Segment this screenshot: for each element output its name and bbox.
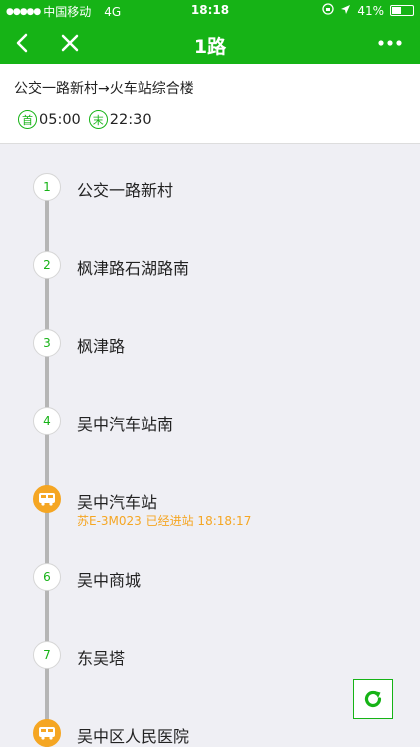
first-bus-time: 05:00 (39, 111, 81, 128)
stop-number: 2 (33, 251, 61, 279)
close-icon (61, 34, 79, 52)
rotation-lock-icon (322, 3, 334, 18)
more-button[interactable] (370, 22, 410, 64)
bus-arrival-info: 苏E-3M023 已经进站 18:18:17 (77, 514, 252, 528)
last-bus-badge: 末 (88, 110, 108, 129)
stop-name: 枫津路石湖路南 (77, 259, 190, 278)
stop-name: 吴中商城 (77, 571, 142, 590)
stop-number: 1 (33, 173, 61, 201)
status-right: 41% (322, 3, 414, 18)
back-button[interactable] (2, 22, 42, 64)
stop-item[interactable]: 6 吴中商城 (0, 563, 420, 603)
stop-number: 7 (33, 641, 61, 669)
stop-item[interactable]: 2 枫津路石湖路南 (0, 251, 420, 291)
back-icon (16, 33, 28, 53)
stop-item-bus-arrived[interactable]: 吴中区人民医院 (0, 719, 420, 747)
stop-name: 东吴塔 (77, 649, 126, 668)
status-bar: ●●●●● 中国移动 4G 18:18 41% (0, 0, 420, 22)
stop-name: 枫津路 (77, 337, 126, 356)
last-bus-time: 22:30 (109, 111, 152, 128)
location-icon (340, 4, 351, 18)
bus-icon (33, 485, 61, 513)
stop-item[interactable]: 4 吴中汽车站南 (0, 407, 420, 447)
operating-times: 首 05:00 末 22:30 (18, 110, 152, 129)
stop-number: 3 (33, 329, 61, 357)
battery-icon (390, 5, 414, 16)
stop-name: 吴中区人民医院 (77, 727, 190, 746)
more-icon (378, 40, 402, 46)
refresh-icon (364, 690, 382, 708)
stop-name: 公交一路新村 (77, 181, 174, 200)
stop-item[interactable]: 7 东吴塔 (0, 641, 420, 681)
stop-number: 4 (33, 407, 61, 435)
stop-number: 6 (33, 563, 61, 591)
battery-label: 41% (357, 3, 384, 18)
stop-item[interactable]: 1 公交一路新村 (0, 173, 420, 213)
refresh-button[interactable] (353, 679, 393, 719)
close-button[interactable] (50, 22, 90, 64)
route-info: 公交一路新村→火车站综合楼 首 05:00 末 22:30 (0, 64, 420, 144)
bus-icon (33, 719, 61, 747)
stop-name: 吴中汽车站 (77, 493, 158, 512)
nav-bar: 1路 (0, 22, 420, 64)
stop-name: 吴中汽车站南 (77, 415, 174, 434)
stop-item[interactable]: 3 枫津路 (0, 329, 420, 369)
route-name: 公交一路新村→火车站综合楼 (14, 81, 194, 97)
stop-item-bus-arrived[interactable]: 吴中汽车站 苏E-3M023 已经进站 18:18:17 (0, 485, 420, 531)
page-title: 1路 (193, 36, 227, 58)
first-bus-badge: 首 (18, 110, 37, 129)
